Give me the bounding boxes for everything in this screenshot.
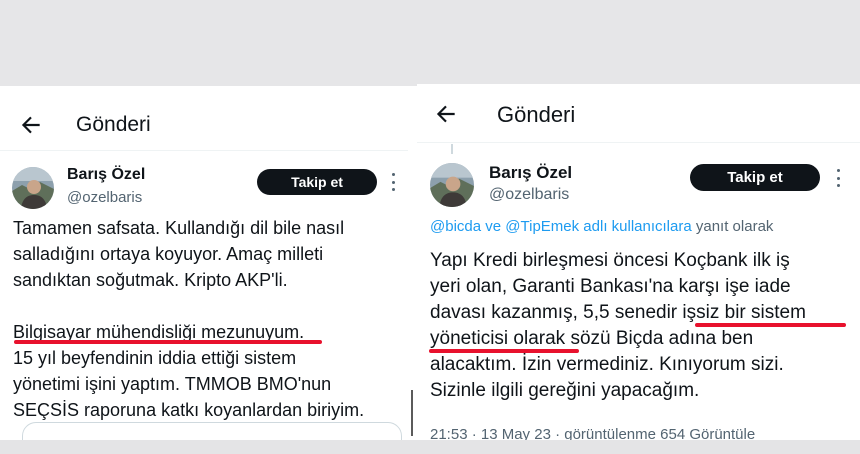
tweet-line: 15 yıl beyfendinin iddia ettiği sistem [13,348,297,368]
avatar[interactable] [12,167,54,209]
tweet-line: Tamamen safsata. Kullandığı dil bile nas… [13,218,345,238]
quote-card[interactable] [22,422,402,440]
tweet-line: Yapı Kredi birleşmesi öncesi Koçbank ilk… [430,250,790,271]
author-name[interactable]: Barış Özel [67,166,145,184]
avatar[interactable] [430,163,474,207]
right-post-panel: Gönderi Barış Özel @ozelbaris Takip et @… [417,84,860,440]
arrow-left-icon[interactable] [18,112,44,138]
bottom-band [0,440,860,454]
tweet-line: yeri olan, Garanti Bankası'na karşı işe … [430,276,791,297]
page-title: Gönderi [76,113,151,136]
header-divider [417,142,860,143]
arrow-left-icon[interactable] [433,101,459,127]
tweet-line: Sizinle ilgili gereğini yapacağım. [430,380,700,401]
more-vertical-icon[interactable] [835,169,841,187]
author-handle[interactable]: @ozelbaris [67,189,142,206]
mention-link[interactable]: @bicda [430,218,481,235]
tweet-line [13,293,364,319]
reply-to-line: @bicda ve @TipEmek adlı kullanıcılara ya… [430,218,773,235]
author-handle[interactable]: @ozelbaris [489,186,569,204]
highlight-underline [14,340,322,344]
tweet-line: sandıktan soğutmak. Kripto AKP'li. [13,270,288,290]
tweet-line: yönetimi işini yaptım. TMMOB BMO'nun [13,374,332,394]
reply-connector: ve [481,218,506,235]
more-vertical-icon[interactable] [390,173,396,191]
reply-suffix: yanıt olarak [691,218,774,235]
thread-connector [451,144,453,154]
panel-divider [408,86,417,440]
highlight-underline [695,323,846,327]
page-title: Gönderi [497,102,576,127]
post-header: Gönderi [0,86,408,148]
left-post-panel: Gönderi Barış Özel @ozelbaris Takip et T… [0,86,408,440]
tweet-text: Tamamen safsata. Kullandığı dil bile nas… [13,215,364,423]
author-name[interactable]: Barış Özel [489,163,572,183]
follow-button[interactable]: Takip et [690,164,820,191]
header-divider [0,150,408,151]
follow-button[interactable]: Takip et [257,169,377,195]
tweet-line: alacaktım. İzin vermediniz. Kınıyorum si… [430,354,784,375]
mention-link[interactable]: @TipEmek adlı kullanıcılara [505,218,691,235]
highlight-underline [429,349,579,353]
timestamp[interactable]: 21:53 · 13 May 23 · görüntülenme 654 Gör… [430,426,755,440]
scrollbar-thumb[interactable] [411,390,413,436]
post-header: Gönderi [417,84,860,146]
tweet-line: SEÇSİS raporuna katkı koyanlardan biriyi… [13,400,365,420]
tweet-line: salladığını ortaya koyuyor. Amaç milleti [13,244,324,264]
